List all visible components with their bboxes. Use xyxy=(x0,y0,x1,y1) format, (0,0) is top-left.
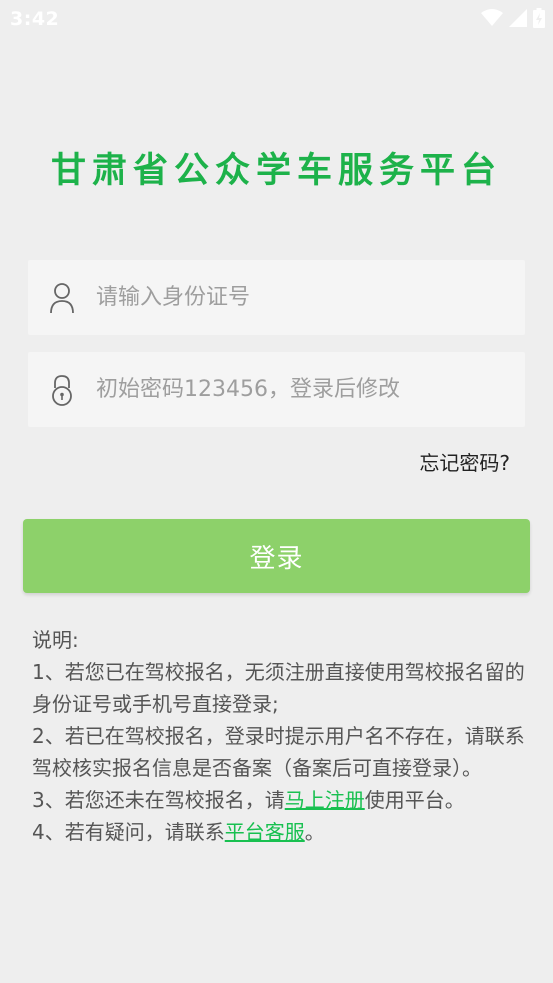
password-input[interactable] xyxy=(96,352,506,427)
id-number-input[interactable] xyxy=(96,260,506,335)
id-number-field[interactable] xyxy=(28,260,525,335)
note-item-4-suffix: 。 xyxy=(304,820,325,844)
signal-icon xyxy=(509,9,527,27)
battery-icon xyxy=(533,8,545,28)
app-title: 甘肃省公众学车服务平台 xyxy=(50,150,502,191)
note-item-3-prefix: 3、若您还未在驾校报名，请 xyxy=(32,788,285,812)
lock-icon xyxy=(52,375,72,406)
note-item-2: 2、若已在驾校报名，登录时提示用户名不存在，请联系驾校核实报名信息是否备案（备案… xyxy=(32,724,525,780)
wifi-icon xyxy=(481,9,503,26)
note-item-3: 3、若您还未在驾校报名，请马上注册使用平台。 xyxy=(32,784,527,816)
note-item-4: 4、若有疑问，请联系平台客服。 xyxy=(32,816,527,848)
password-field[interactable] xyxy=(28,352,525,427)
note-item-4-prefix: 4、若有疑问，请联系 xyxy=(32,820,225,844)
user-icon xyxy=(50,283,74,314)
customer-service-link[interactable]: 平台客服 xyxy=(225,820,305,844)
register-link[interactable]: 马上注册 xyxy=(285,788,365,812)
forgot-password-link[interactable]: 忘记密码? xyxy=(419,447,510,476)
notes-section: 说明: 1、若您已在驾校报名，无须注册直接使用驾校报名留的身份证号或手机号直接登… xyxy=(32,624,527,848)
status-time: 3:42 xyxy=(10,8,60,30)
note-item-1: 1、若您已在驾校报名，无须注册直接使用驾校报名留的身份证号或手机号直接登录; xyxy=(32,660,525,716)
note-item-3-suffix: 使用平台。 xyxy=(364,788,465,812)
status-bar: 3:42 xyxy=(0,0,553,38)
notes-heading: 说明: xyxy=(32,628,79,652)
status-icons xyxy=(481,7,545,29)
login-button[interactable]: 登录 xyxy=(23,519,530,593)
